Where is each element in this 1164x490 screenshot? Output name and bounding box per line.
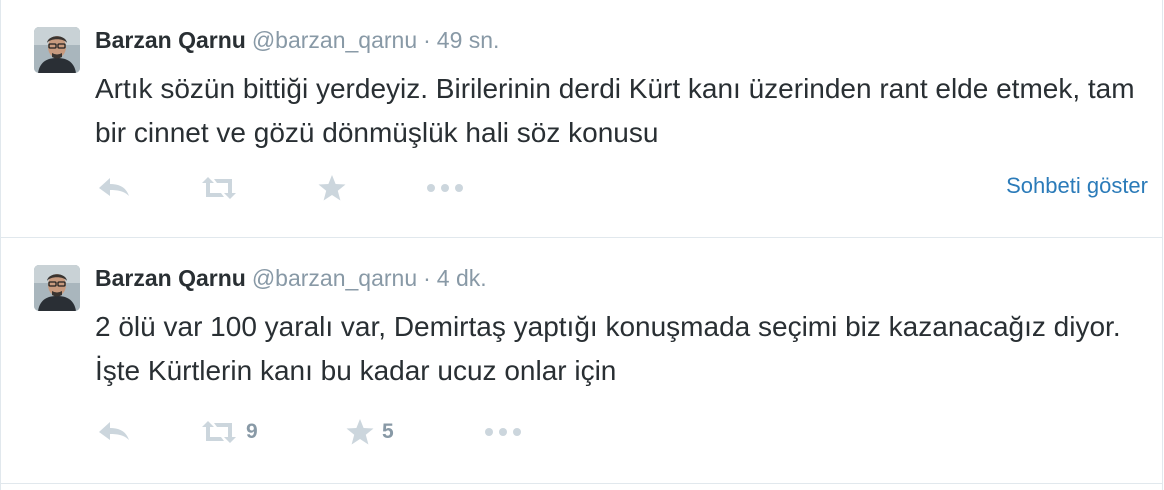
- favorite-button[interactable]: 5: [345, 414, 394, 450]
- retweet-icon: [202, 421, 236, 443]
- avatar[interactable]: [34, 27, 80, 73]
- author-username[interactable]: @barzan_qarnu: [252, 265, 417, 291]
- tweet-text: Artık sözün bittiği yerdeyiz. Birilerini…: [95, 73, 1135, 148]
- tweet-text: 2 ölü var 100 yaralı var, Demirtaş yaptı…: [95, 311, 1121, 386]
- favorite-star-icon: [346, 419, 374, 445]
- reply-icon: [99, 422, 129, 440]
- reply-icon: [99, 178, 129, 196]
- favorite-count[interactable]: 5: [382, 420, 394, 444]
- tweet-header: Barzan Qarnu @barzan_qarnu · 4 dk.: [95, 263, 487, 293]
- reply-button[interactable]: [95, 170, 133, 206]
- retweet-count[interactable]: 9: [246, 420, 258, 444]
- separator-dot: ·: [423, 27, 431, 53]
- tweet[interactable]: Barzan Qarnu @barzan_qarnu · 49 sn. Artık s…: [1, 0, 1162, 238]
- favorite-star-icon: [318, 175, 346, 201]
- retweet-button[interactable]: [199, 170, 239, 206]
- more-dots-icon: [427, 184, 463, 192]
- author-fullname[interactable]: Barzan Qarnu: [95, 27, 246, 53]
- author-fullname[interactable]: Barzan Qarnu: [95, 265, 246, 291]
- show-conversation-link[interactable]: Sohbeti göster: [1006, 170, 1148, 202]
- author-username[interactable]: @barzan_qarnu: [252, 27, 417, 53]
- avatar[interactable]: [34, 265, 80, 311]
- favorite-button[interactable]: [317, 170, 347, 206]
- more-button[interactable]: [483, 414, 523, 450]
- more-dots-icon: [485, 428, 521, 436]
- retweet-button[interactable]: 9: [199, 414, 258, 450]
- tweet[interactable]: Barzan Qarnu @barzan_qarnu · 4 dk. 2 ölü va…: [1, 238, 1162, 484]
- tweet-header: Barzan Qarnu @barzan_qarnu · 49 sn.: [95, 25, 499, 55]
- tweet-timestamp[interactable]: 49 sn.: [437, 27, 500, 53]
- retweet-icon: [202, 177, 236, 199]
- more-button[interactable]: [425, 170, 465, 206]
- separator-dot: ·: [423, 265, 431, 291]
- tweet-timestamp[interactable]: 4 dk.: [437, 265, 487, 291]
- reply-button[interactable]: [95, 414, 133, 450]
- tweet-timeline: Barzan Qarnu @barzan_qarnu · 49 sn. Artık s…: [0, 0, 1163, 490]
